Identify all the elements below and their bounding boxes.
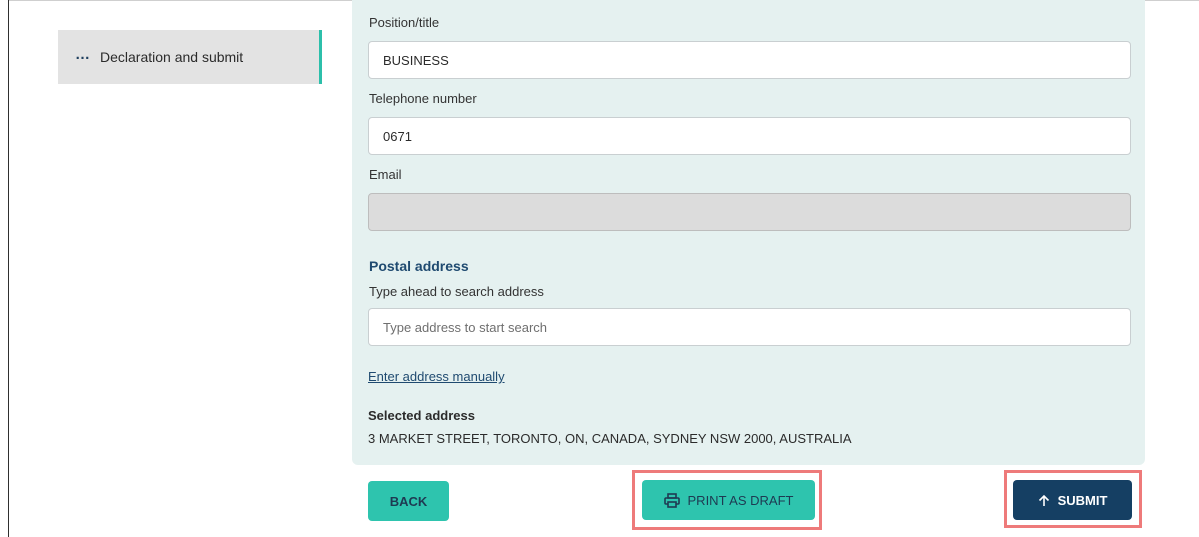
enter-address-manually-link[interactable]: Enter address manually [368,369,505,384]
print-button-label: PRINT AS DRAFT [687,492,794,508]
postal-address-heading: Postal address [369,258,469,274]
arrow-up-icon [1038,494,1050,507]
telephone-label: Telephone number [369,91,477,106]
print-as-draft-button[interactable]: PRINT AS DRAFT [642,480,815,520]
email-label: Email [369,167,402,182]
sidebar-item-label: Declaration and submit [100,49,244,65]
address-search-label: Type ahead to search address [369,284,544,299]
position-input[interactable] [368,41,1131,79]
contact-form-panel: Position/title Telephone number Email Po… [352,0,1145,465]
address-search-input[interactable] [368,308,1131,346]
back-button[interactable]: BACK [368,481,449,521]
ellipsis-icon: … [75,45,90,63]
email-input [368,193,1131,231]
telephone-input[interactable] [368,117,1131,155]
submit-button-label: SUBMIT [1057,492,1108,508]
submit-button[interactable]: SUBMIT [1013,480,1132,520]
selected-address-title: Selected address [368,408,475,423]
sidebar-item-declaration[interactable]: … Declaration and submit [58,30,322,84]
printer-icon [663,492,680,508]
left-border [8,0,9,537]
position-label: Position/title [369,15,440,30]
selected-address-value: 3 MARKET STREET, TORONTO, ON, CANADA, SY… [368,431,852,446]
